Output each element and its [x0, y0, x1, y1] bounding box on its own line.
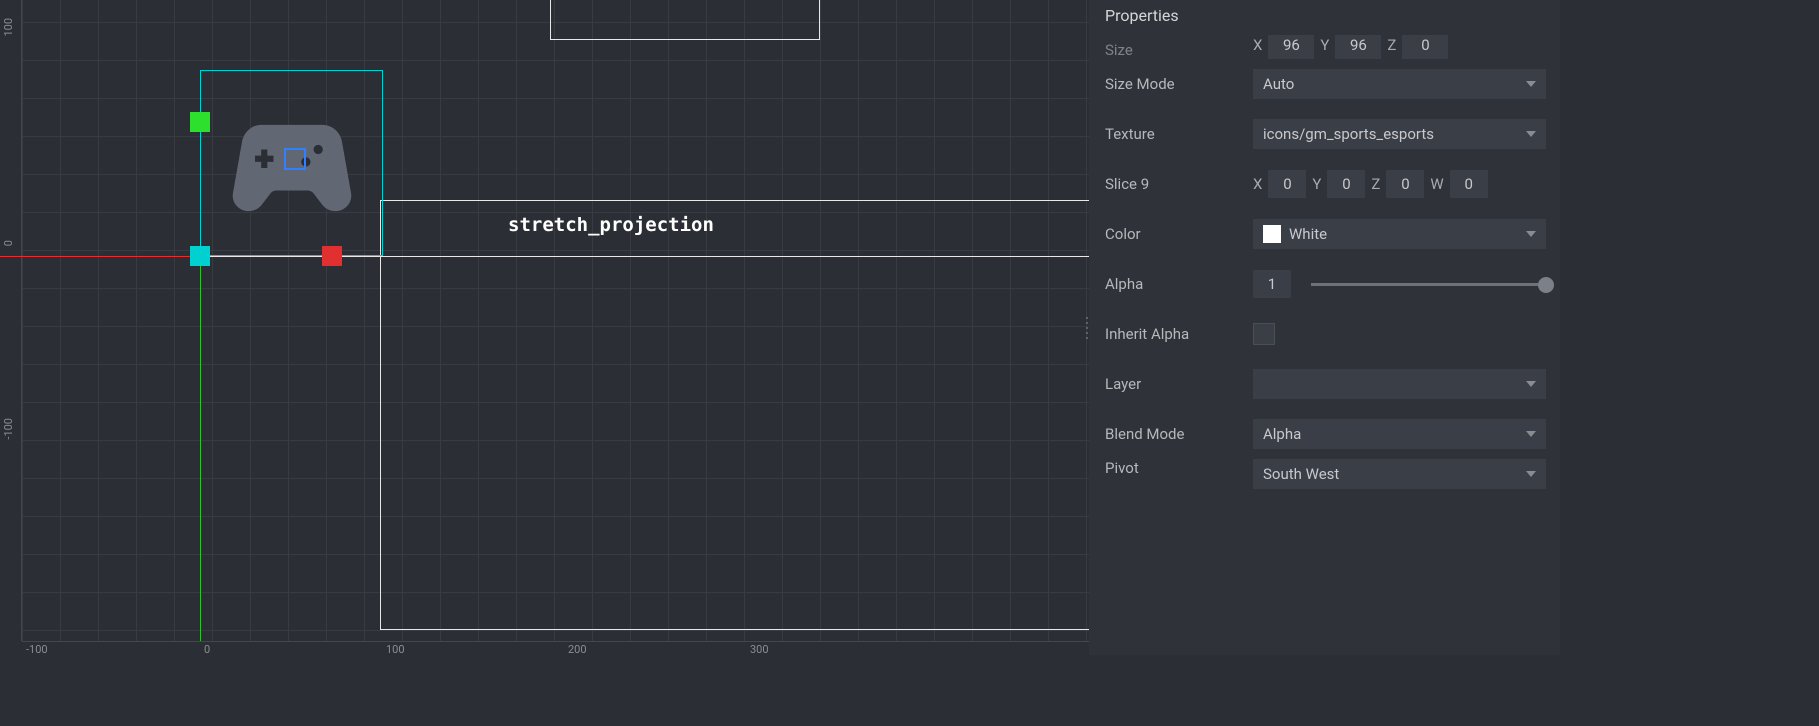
size-z-input[interactable]: 0 [1402, 35, 1448, 59]
chevron-down-icon [1526, 231, 1536, 237]
inherit-alpha-checkbox[interactable] [1253, 323, 1275, 345]
ruler-v-tick: -100 [2, 418, 15, 440]
ruler-h-tick: 100 [386, 643, 405, 655]
chevron-down-icon [1526, 81, 1536, 87]
chevron-down-icon [1526, 431, 1536, 437]
layer-dropdown[interactable] [1253, 369, 1546, 399]
ruler-h-tick: 0 [204, 643, 210, 655]
y-axis-negative [200, 256, 201, 641]
handle-center[interactable] [284, 148, 306, 170]
prop-label: Size [1105, 41, 1253, 59]
prop-row-size-mode: Size Mode Auto [1105, 59, 1546, 109]
ruler-h-tick: 300 [750, 643, 769, 655]
world-boundary-top [550, 0, 820, 40]
ruler-vertical: 100 0 -100 [0, 0, 22, 641]
prop-row-texture: Texture icons/gm_sports_esports [1105, 109, 1546, 159]
ruler-v-tick: 100 [2, 18, 15, 37]
handle-red[interactable] [322, 246, 342, 266]
panel-splitter[interactable] [1085, 0, 1089, 655]
prop-row-blend: Blend Mode Alpha [1105, 409, 1546, 459]
handle-green[interactable] [190, 112, 210, 132]
slice9-x-input[interactable]: 0 [1268, 170, 1306, 198]
prop-row-layer: Layer [1105, 359, 1546, 409]
properties-title: Properties [1089, 0, 1560, 35]
pivot-dropdown[interactable]: South West [1253, 459, 1546, 489]
prop-row-slice9: Slice 9 X 0 Y 0 Z 0 W 0 [1105, 159, 1546, 209]
node-name-label: stretch_projection [508, 214, 714, 236]
size-x-input[interactable]: 96 [1268, 35, 1314, 59]
alpha-input[interactable]: 1 [1253, 270, 1291, 298]
prop-row-color: Color White [1105, 209, 1546, 259]
texture-dropdown[interactable]: icons/gm_sports_esports [1253, 119, 1546, 149]
prop-row-pivot: Pivot South West [1105, 459, 1546, 495]
chevron-down-icon [1526, 381, 1536, 387]
ruler-v-tick: 0 [2, 240, 15, 246]
chevron-down-icon [1526, 131, 1536, 137]
x-axis-negative [0, 256, 200, 257]
prop-row-size: Size X 96 Y 96 Z 0 [1105, 35, 1546, 59]
slice9-z-input[interactable]: 0 [1386, 170, 1424, 198]
alpha-slider-thumb[interactable] [1538, 277, 1554, 293]
sprite-gamepad[interactable] [218, 94, 366, 246]
size-y-input[interactable]: 96 [1335, 35, 1381, 59]
color-swatch [1263, 225, 1281, 243]
size-mode-dropdown[interactable]: Auto [1253, 69, 1546, 99]
properties-panel: Properties Size X 96 Y 96 Z 0 Size Mode [1089, 0, 1560, 655]
prop-row-alpha: Alpha 1 [1105, 259, 1546, 309]
ruler-h-tick: 200 [568, 643, 587, 655]
slice9-w-input[interactable]: 0 [1450, 170, 1488, 198]
color-dropdown[interactable]: White [1253, 219, 1546, 249]
slice9-y-input[interactable]: 0 [1327, 170, 1365, 198]
alpha-slider[interactable] [1311, 283, 1546, 286]
ruler-horizontal: -100 0 100 200 300 [22, 641, 1089, 655]
handle-origin[interactable] [190, 246, 210, 266]
scene-viewport[interactable]: 100 0 -100 stretch_projection -100 0 [0, 0, 1089, 655]
chevron-down-icon [1526, 471, 1536, 477]
prop-row-inherit-alpha: Inherit Alpha [1105, 309, 1546, 359]
blend-mode-dropdown[interactable]: Alpha [1253, 419, 1546, 449]
world-boundary [380, 200, 1089, 630]
ruler-h-tick: -100 [26, 643, 48, 655]
